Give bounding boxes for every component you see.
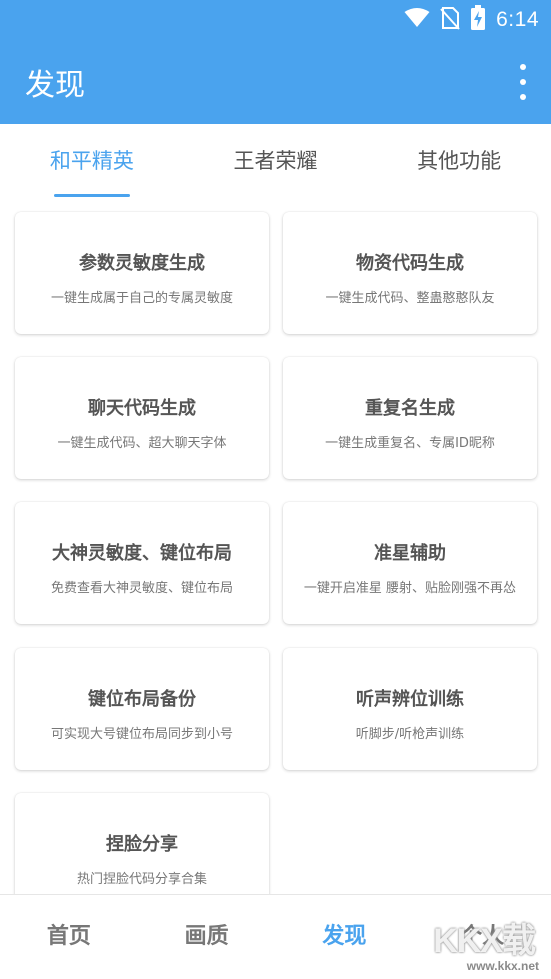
tab-wangzhe-rongyao[interactable]: 王者荣耀 — [184, 124, 368, 200]
card-subtitle: 一键开启准星 腰射、贴脸刚强不再怂 — [303, 581, 517, 596]
card-subtitle: 听脚步/听枪声训练 — [355, 727, 465, 742]
tab-other-functions[interactable]: 其他功能 — [367, 124, 551, 200]
card-title: 键位布局备份 — [88, 689, 196, 710]
feature-card-sound-training[interactable]: 听声辨位训练 听脚步/听枪声训练 — [283, 648, 537, 770]
card-subtitle: 可实现大号键位布局同步到小号 — [50, 727, 233, 742]
status-bar: 6:14 — [404, 0, 551, 40]
card-subtitle: 一键生成属于自己的专属灵敏度 — [50, 291, 233, 306]
tab-label: 和平精英 — [49, 149, 134, 173]
more-vert-icon[interactable] — [513, 64, 533, 100]
feature-card-chat-code[interactable]: 聊天代码生成 一键生成代码、超大聊天字体 — [15, 357, 269, 479]
card-subtitle: 一键生成代码、超大聊天字体 — [57, 436, 227, 451]
card-title: 参数灵敏度生成 — [79, 253, 205, 274]
tab-label: 王者荣耀 — [233, 149, 318, 173]
app-bar: 6:14 发现 — [0, 0, 551, 124]
nav-home[interactable]: 首页 — [0, 895, 138, 979]
no-sim-icon — [440, 6, 460, 34]
card-subtitle: 热门捏脸代码分享合集 — [76, 872, 207, 887]
card-subtitle: 一键生成重复名、专属ID昵称 — [325, 436, 495, 451]
wifi-icon — [404, 8, 430, 32]
card-subtitle: 一键生成代码、整蛊憨憨队友 — [325, 291, 495, 306]
tab-bar: 和平精英 王者荣耀 其他功能 — [0, 124, 551, 200]
feature-card-layout-backup[interactable]: 键位布局备份 可实现大号键位布局同步到小号 — [15, 648, 269, 770]
battery-charging-icon — [470, 5, 486, 35]
tab-indicator — [53, 194, 130, 197]
feature-card-duplicate-name[interactable]: 重复名生成 一键生成重复名、专属ID昵称 — [283, 357, 537, 479]
card-title: 重复名生成 — [365, 398, 455, 419]
bottom-nav: 首页 画质 发现 个人 — [0, 894, 551, 979]
feature-card-sensitivity[interactable]: 参数灵敏度生成 一键生成属于自己的专属灵敏度 — [15, 212, 269, 334]
card-title: 准星辅助 — [374, 543, 446, 564]
card-title: 聊天代码生成 — [88, 398, 196, 419]
card-subtitle: 免费查看大神灵敏度、键位布局 — [50, 581, 233, 596]
nav-discover[interactable]: 发现 — [276, 895, 414, 979]
card-title: 听声辨位训练 — [356, 689, 464, 710]
nav-quality[interactable]: 画质 — [138, 895, 276, 979]
feature-card-crosshair[interactable]: 准星辅助 一键开启准星 腰射、贴脸刚强不再怂 — [283, 502, 537, 624]
page-title: 发现 — [25, 68, 85, 103]
card-title: 捏脸分享 — [106, 834, 178, 855]
tab-heping-jingying[interactable]: 和平精英 — [0, 124, 184, 200]
feature-card-pro-layout[interactable]: 大神灵敏度、键位布局 免费查看大神灵敏度、键位布局 — [15, 502, 269, 624]
card-title: 大神灵敏度、键位布局 — [52, 543, 232, 564]
status-time: 6:14 — [496, 8, 539, 31]
tab-label: 其他功能 — [417, 149, 502, 173]
card-title: 物资代码生成 — [356, 253, 464, 274]
nav-profile[interactable]: 个人 — [413, 895, 551, 979]
feature-card-item-code[interactable]: 物资代码生成 一键生成代码、整蛊憨憨队友 — [283, 212, 537, 334]
